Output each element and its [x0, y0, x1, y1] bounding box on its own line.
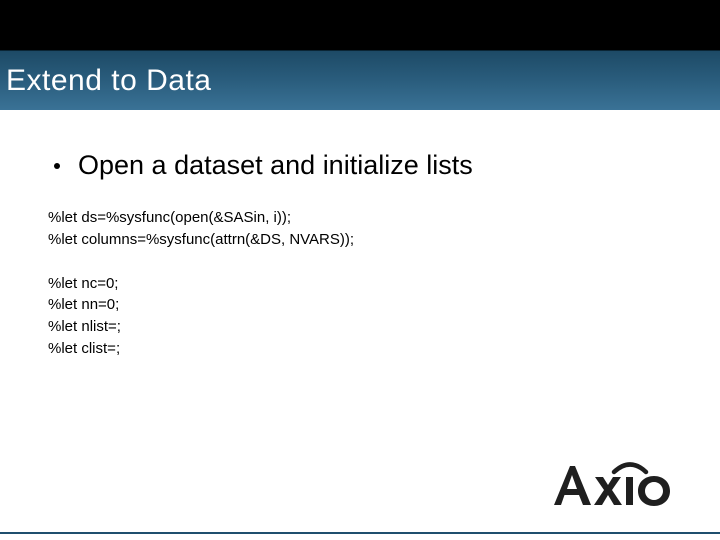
- code-line: %let ds=%sysfunc(open(&SASin, i));: [48, 207, 672, 229]
- title-bar: Extend to Data: [0, 50, 720, 110]
- slide-title: Extend to Data: [6, 64, 211, 98]
- bullet-text: Open a dataset and initialize lists: [78, 150, 473, 181]
- axio-logo: [548, 462, 698, 522]
- code-block: %let ds=%sysfunc(open(&SASin, i)); %let …: [48, 207, 672, 360]
- code-line: %let nlist=;: [48, 316, 672, 338]
- bullet-dot-icon: [54, 163, 60, 169]
- code-line: %let nn=0;: [48, 294, 672, 316]
- code-line: %let clist=;: [48, 338, 672, 360]
- bottom-divider: [0, 532, 720, 534]
- code-line: %let nc=0;: [48, 273, 672, 295]
- content-area: Open a dataset and initialize lists %let…: [0, 110, 720, 360]
- top-black-bar: [0, 0, 720, 50]
- bullet-item: Open a dataset and initialize lists: [48, 150, 672, 181]
- code-line: %let columns=%sysfunc(attrn(&DS, NVARS))…: [48, 229, 672, 251]
